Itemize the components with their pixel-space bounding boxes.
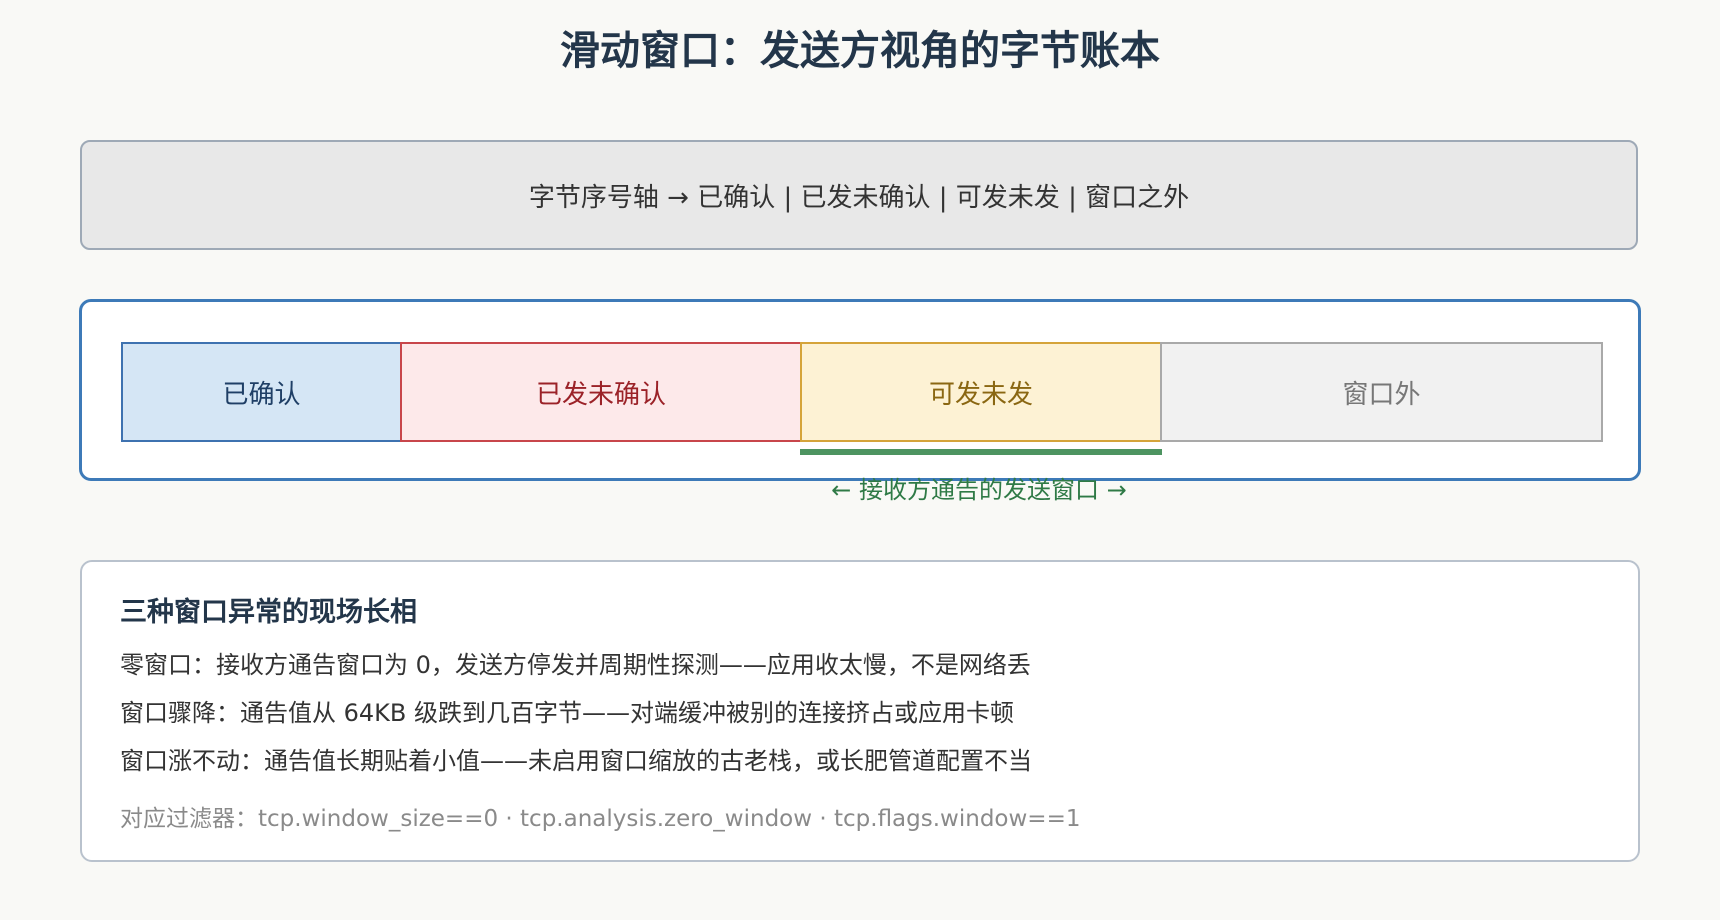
note-window-drop: 窗口骤降：通告值从 64KB 级跌到几百字节——对端缓冲被别的连接挤占或应用卡顿 xyxy=(120,699,1014,727)
sequence-axis-caption: 字节序号轴 → 已确认 | 已发未确认 | 可发未发 | 窗口之外 xyxy=(80,140,1638,250)
segment-sent-unacked: 已发未确认 xyxy=(400,342,802,442)
send-window-label: ← 接收方通告的发送窗口 → xyxy=(831,476,1127,504)
send-window-bar xyxy=(800,449,1162,455)
page-title: 滑动窗口：发送方视角的字节账本 xyxy=(560,28,1160,74)
segment-outside-window: 窗口外 xyxy=(1160,342,1603,442)
filter-hint: 对应过滤器：tcp.window_size==0 · tcp.analysis.… xyxy=(120,806,1081,832)
note-window-stuck: 窗口涨不动：通告值长期贴着小值——未启用窗口缩放的古老栈，或长肥管道配置不当 xyxy=(120,747,1032,775)
segment-sendable: 可发未发 xyxy=(800,342,1162,442)
anomaly-notes-panel: 三种窗口异常的现场长相 零窗口：接收方通告窗口为 0，发送方停发并周期性探测——… xyxy=(80,560,1640,862)
note-zero-window: 零窗口：接收方通告窗口为 0，发送方停发并周期性探测——应用收太慢，不是网络丢 xyxy=(120,651,1031,679)
sliding-window-diagram: 已确认 已发未确认 可发未发 窗口外 xyxy=(79,299,1641,481)
notes-title: 三种窗口异常的现场长相 xyxy=(120,597,417,628)
segment-acked: 已确认 xyxy=(121,342,402,442)
